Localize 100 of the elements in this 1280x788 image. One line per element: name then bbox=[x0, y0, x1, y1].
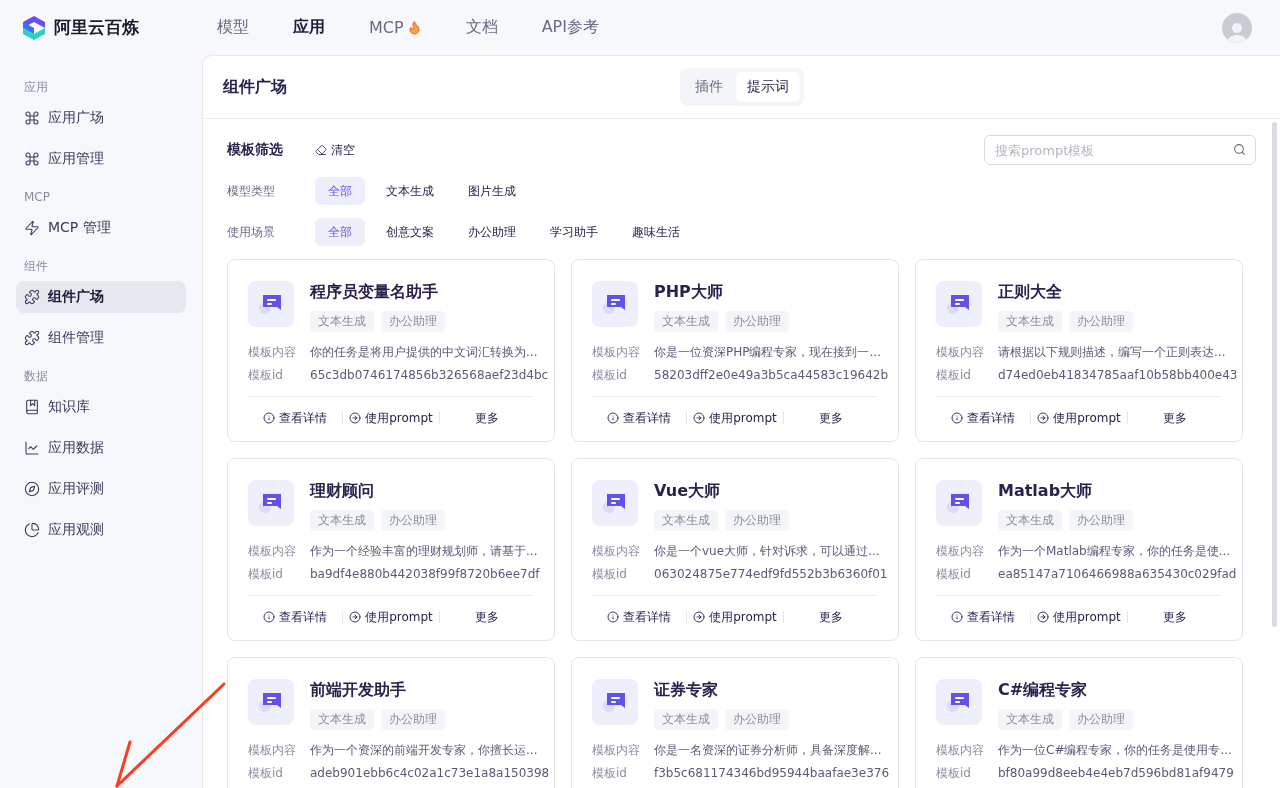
sidebar-item[interactable]: 应用广场 bbox=[16, 102, 186, 134]
more-button[interactable]: 更多 bbox=[1127, 607, 1222, 627]
nav-item[interactable]: MCP bbox=[350, 18, 441, 37]
template-card[interactable]: 正则大全 文本生成 办公助理 模板内容 请根据以下规则描述，编写一个正则表达... 模板id d74ed0eb41834785aaf10b58bb400e43 查看详情 使用prompt 更多 bbox=[915, 259, 1243, 442]
arrow-circle-icon bbox=[349, 412, 362, 424]
message-icon bbox=[946, 292, 972, 316]
sidebar-item[interactable]: 应用数据 bbox=[16, 432, 186, 464]
use-prompt-button[interactable]: 使用prompt bbox=[687, 607, 783, 627]
arrow-circle-icon bbox=[693, 611, 706, 623]
filter-option[interactable]: 办公助理 bbox=[455, 218, 529, 246]
sidebar-item[interactable]: MCP 管理 bbox=[16, 212, 186, 244]
filter-option[interactable]: 趣味生活 bbox=[619, 218, 693, 246]
template-card[interactable]: Vue大师 文本生成 办公助理 模板内容 你是一个vue大师，针对诉求，可以通过... 模板id 063024875e774edf9fd552b3b6360f01 查看详情 使用prompt 更多 bbox=[571, 458, 899, 641]
field-label: 模板内容 bbox=[936, 344, 985, 360]
card-title: 正则大全 bbox=[998, 282, 1063, 303]
sidebar-item[interactable]: 应用评测 bbox=[16, 473, 186, 505]
compass-icon bbox=[24, 481, 40, 497]
details-button[interactable]: 查看详情 bbox=[248, 607, 343, 627]
info-icon bbox=[607, 611, 620, 623]
sidebar-section-title: 组件 bbox=[23, 258, 49, 274]
tag: 办公助理 bbox=[1069, 510, 1133, 531]
message-icon bbox=[946, 690, 972, 714]
template-card[interactable]: Matlab大师 文本生成 办公助理 模板内容 作为一个Matlab编程专家，你的任务是使... 模板id ea85147a7106466988a635430c029fad 查看详情 使用prompt 更多 bbox=[915, 458, 1243, 641]
filter-title: 模板筛选 bbox=[227, 141, 283, 159]
filter-option[interactable]: 学习助手 bbox=[537, 218, 611, 246]
field-label: 模板内容 bbox=[248, 742, 297, 758]
template-id: adeb901ebb6c4c02a1c73e1a8a150398 bbox=[310, 765, 550, 781]
template-card[interactable]: 证券专家 文本生成 办公助理 模板内容 你是一名资深的证券分析师，具备深度解... 模板id f3b5c681174346bd95944baafae3e376 bbox=[571, 657, 899, 788]
template-content: 作为一个资深的前端开发专家，你擅长运... bbox=[310, 742, 538, 758]
arrow-circle-icon bbox=[1037, 611, 1050, 623]
more-button[interactable]: 更多 bbox=[439, 408, 534, 428]
sidebar-section-title: 数据 bbox=[23, 368, 49, 384]
filter-option[interactable]: 全部 bbox=[315, 218, 365, 246]
template-id: d74ed0eb41834785aaf10b58bb400e43 bbox=[998, 367, 1238, 383]
filter-option[interactable]: 文本生成 bbox=[373, 177, 447, 205]
sidebar-item[interactable]: 知识库 bbox=[16, 391, 186, 423]
message-icon bbox=[602, 690, 628, 714]
template-card[interactable]: 理财顾问 文本生成 办公助理 模板内容 作为一个经验丰富的理财规划师，请基于... 模板id ba9df4e880b442038f99f8720b6ee7df 查看详情 使用prompt 更多 bbox=[227, 458, 555, 641]
template-content: 作为一个Matlab编程专家，你的任务是使... bbox=[998, 543, 1231, 559]
search-field[interactable]: 搜索prompt模板 bbox=[984, 135, 1256, 165]
field-label: 模板内容 bbox=[936, 543, 985, 559]
nav-item[interactable]: 文档 bbox=[446, 17, 517, 38]
search-icon bbox=[1233, 143, 1246, 156]
field-label: 模板id bbox=[592, 566, 628, 582]
field-label: 模板id bbox=[936, 765, 972, 781]
tag: 文本生成 bbox=[998, 510, 1062, 531]
more-button[interactable]: 更多 bbox=[439, 607, 534, 627]
sidebar-item[interactable]: 组件广场 bbox=[16, 281, 186, 313]
use-prompt-button[interactable]: 使用prompt bbox=[1031, 607, 1127, 627]
nav-item[interactable]: 模型 bbox=[198, 17, 268, 38]
template-card[interactable]: 程序员变量名助手 文本生成 办公助理 模板内容 你的任务是将用户提供的中文词汇转换为... 模板id 65c3db0746174856b326568aef23d4bc 查看详情 使用prompt 更多 bbox=[227, 259, 555, 442]
nav-item[interactable]: 应用 bbox=[274, 17, 344, 38]
field-label: 模板id bbox=[592, 765, 628, 781]
sidebar-item[interactable]: 组件管理 bbox=[16, 322, 186, 354]
details-button[interactable]: 查看详情 bbox=[592, 607, 687, 627]
arrow-circle-icon bbox=[1037, 412, 1050, 424]
user-avatar[interactable] bbox=[1222, 12, 1252, 43]
scrollbar-thumb[interactable] bbox=[1272, 122, 1277, 627]
template-id: 65c3db0746174856b326568aef23d4bc bbox=[310, 367, 549, 383]
card-title: 程序员变量名助手 bbox=[310, 282, 439, 303]
details-button[interactable]: 查看详情 bbox=[936, 607, 1031, 627]
book-icon bbox=[24, 399, 40, 415]
template-card[interactable]: C#编程专家 文本生成 办公助理 模板内容 作为一位C#编程专家，你的任务是使用专... 模板id bf80a99d8eeb4e4eb7d596bd81af9479 bbox=[915, 657, 1243, 788]
tab[interactable]: 提示词 bbox=[735, 72, 800, 102]
message-icon bbox=[258, 292, 284, 316]
message-icon bbox=[946, 491, 972, 515]
more-button[interactable]: 更多 bbox=[783, 408, 878, 428]
more-button[interactable]: 更多 bbox=[1127, 408, 1222, 428]
puzzle-icon bbox=[24, 289, 40, 305]
tab[interactable]: 插件 bbox=[683, 72, 734, 102]
template-card[interactable]: 前端开发助手 文本生成 办公助理 模板内容 作为一个资深的前端开发专家，你擅长运... 模板id adeb901ebb6c4c02a1c73e1a8a150398 bbox=[227, 657, 555, 788]
logo-icon bbox=[22, 14, 46, 41]
filter-option[interactable]: 全部 bbox=[315, 177, 365, 205]
tag: 文本生成 bbox=[998, 709, 1062, 730]
use-prompt-button[interactable]: 使用prompt bbox=[343, 607, 439, 627]
filter-option[interactable]: 图片生成 bbox=[455, 177, 529, 205]
sidebar-item[interactable]: 应用观测 bbox=[16, 514, 186, 546]
pie-chart-icon bbox=[24, 522, 40, 538]
puzzle-icon bbox=[24, 330, 40, 346]
details-button[interactable]: 查看详情 bbox=[936, 408, 1031, 428]
field-label: 模板id bbox=[248, 367, 284, 383]
info-icon bbox=[263, 611, 276, 623]
details-button[interactable]: 查看详情 bbox=[592, 408, 687, 428]
tag: 办公助理 bbox=[381, 311, 445, 332]
nav-item[interactable]: API参考 bbox=[522, 17, 618, 38]
template-card[interactable]: PHP大师 文本生成 办公助理 模板内容 你是一位资深PHP编程专家，现在接到一... 模板id 58203dff2e0e49a3b5ca44583c19642b 查看详情 使用prompt 更多 bbox=[571, 259, 899, 442]
use-prompt-button[interactable]: 使用prompt bbox=[1031, 408, 1127, 428]
template-content: 作为一位C#编程专家，你的任务是使用专... bbox=[998, 742, 1232, 758]
sidebar-item[interactable]: 应用管理 bbox=[16, 143, 186, 175]
field-label: 模板内容 bbox=[592, 742, 641, 758]
brand-name: 阿里云百炼 bbox=[54, 16, 139, 39]
template-content: 你的任务是将用户提供的中文词汇转换为... bbox=[310, 344, 538, 360]
filter-option[interactable]: 创意文案 bbox=[373, 218, 447, 246]
use-prompt-button[interactable]: 使用prompt bbox=[343, 408, 439, 428]
more-button[interactable]: 更多 bbox=[783, 607, 878, 627]
field-label: 模板内容 bbox=[592, 543, 641, 559]
clear-button[interactable]: 清空 bbox=[309, 140, 361, 160]
use-prompt-button[interactable]: 使用prompt bbox=[687, 408, 783, 428]
details-button[interactable]: 查看详情 bbox=[248, 408, 343, 428]
info-icon bbox=[263, 412, 276, 424]
